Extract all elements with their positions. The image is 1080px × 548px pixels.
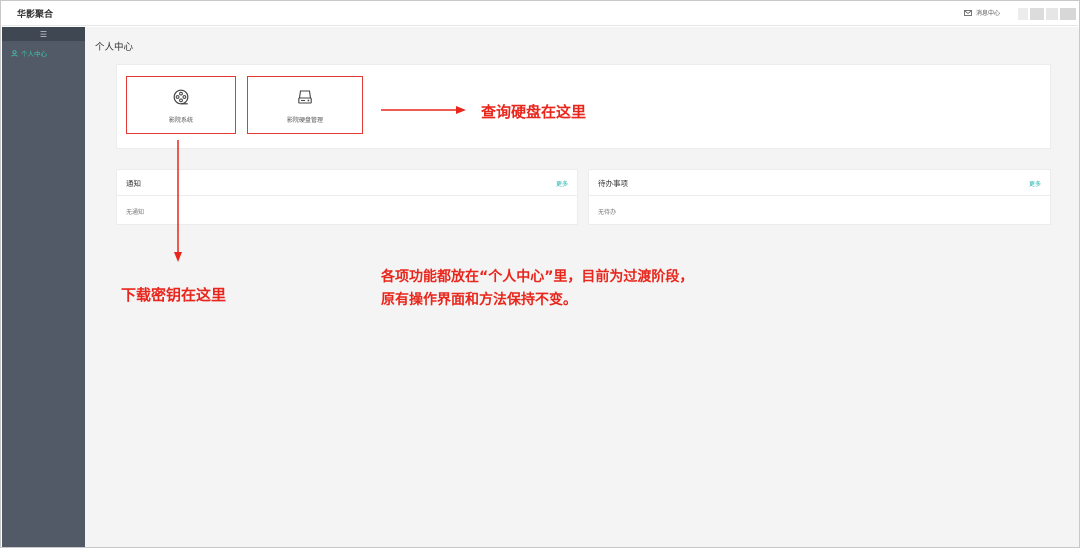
todo-panel: 待办事项 更多 无待办 [588, 169, 1051, 225]
app-card-harddisk-management[interactable]: 影院硬盘管理 [247, 76, 363, 134]
film-reel-icon [173, 89, 189, 109]
notice-panel-title: 通知 [126, 179, 141, 188]
hamburger-icon: ☰ [39, 29, 48, 39]
app-window: 华影聚合 消息中心 ☰ 个人中心 个人中心 影院系统 影院硬盘管理 通知 更多 … [0, 0, 1080, 548]
annotation-note-line2: 原有操作界面和方法保持不变。 [381, 292, 577, 308]
annotation-note-line1: 各项功能都放在“个人中心”里，目前为过渡阶段， [381, 269, 694, 285]
notice-panel-header: 通知 更多 [117, 170, 577, 196]
message-center-link[interactable]: 消息中心 [964, 8, 1000, 17]
notice-panel: 通知 更多 无通知 [116, 169, 578, 225]
page-title: 个人中心 [95, 42, 134, 53]
todo-panel-title: 待办事项 [598, 179, 628, 188]
app-title: 华影聚合 [17, 10, 54, 20]
user-icon [11, 49, 18, 57]
sidebar: ☰ 个人中心 [2, 27, 85, 547]
annotation-key-hint: 下载密钥在这里 [121, 286, 227, 304]
annotation-harddisk-hint: 查询硬盘在这里 [481, 103, 587, 121]
sidebar-item-personal-center[interactable]: 个人中心 [2, 45, 85, 61]
todo-empty-text: 无待办 [598, 209, 617, 216]
message-center-label: 消息中心 [976, 10, 1001, 17]
notice-empty-text: 无通知 [126, 209, 145, 216]
user-name-redacted[interactable] [1018, 8, 1076, 20]
notice-more-link[interactable]: 更多 [556, 179, 568, 188]
app-card-label: 影院硬盘管理 [286, 117, 323, 124]
app-card-label: 影院系统 [168, 117, 193, 124]
todo-more-link[interactable]: 更多 [1029, 179, 1041, 188]
sidebar-toggle[interactable]: ☰ [2, 27, 85, 41]
hard-disk-icon [297, 89, 313, 109]
sidebar-item-label: 个人中心 [21, 50, 47, 58]
todo-panel-header: 待办事项 更多 [589, 170, 1050, 196]
envelope-icon [964, 9, 972, 16]
top-header: 华影聚合 消息中心 [2, 2, 1078, 26]
app-card-cinema-system[interactable]: 影院系统 [126, 76, 236, 134]
